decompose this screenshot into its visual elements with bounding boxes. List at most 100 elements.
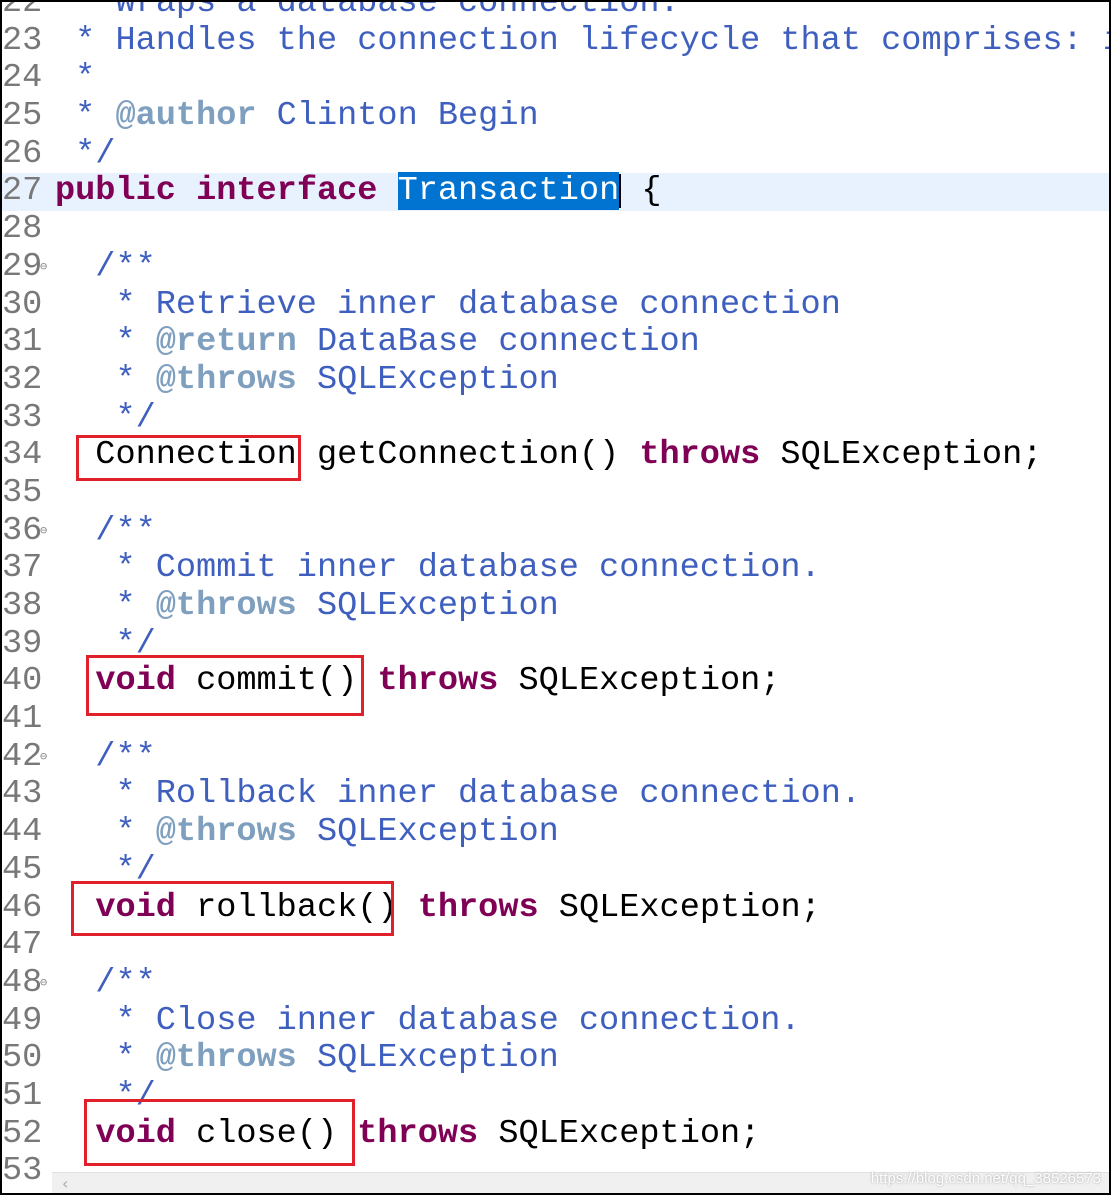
line-number: 32 bbox=[2, 360, 43, 399]
comment-token: */ bbox=[55, 398, 156, 437]
code-line[interactable]: 37 * Commit inner database connection. bbox=[2, 549, 1109, 588]
code-line[interactable]: 30 * Retrieve inner database connection bbox=[2, 285, 1109, 325]
keyword-token: throws bbox=[357, 1114, 479, 1153]
code-line[interactable]: 38 * @throws SQLException bbox=[2, 587, 1109, 626]
fold-toggle-icon[interactable]: ⊖ bbox=[40, 739, 47, 777]
code-token: SQLException; bbox=[478, 1114, 761, 1153]
watermark: https://blog.csdn.net/qq_38526573 bbox=[870, 1170, 1101, 1187]
comment-token: DataBase connection bbox=[296, 323, 700, 362]
code-editor[interactable]: 22 * Wraps a database connection. 23 * Ha… bbox=[2, 0, 1111, 1191]
code-text: */ bbox=[55, 135, 115, 174]
code-line[interactable]: 36 ⊖ /** bbox=[2, 511, 1109, 551]
line-number: 48 bbox=[2, 963, 43, 1002]
line-number: 53 bbox=[2, 1152, 43, 1191]
line-number: 36 bbox=[2, 511, 43, 550]
javadoc-tag-token: @author bbox=[115, 97, 257, 136]
fold-toggle-icon[interactable]: ⊖ bbox=[40, 965, 47, 1003]
comment-token: * bbox=[55, 1039, 156, 1078]
line-number: 52 bbox=[2, 1114, 43, 1153]
line-number: 28 bbox=[2, 210, 43, 249]
code-line[interactable]: 44 * @throws SQLException bbox=[2, 813, 1109, 852]
comment-token: * bbox=[55, 587, 156, 625]
line-number: 31 bbox=[2, 323, 43, 362]
line-number: 33 bbox=[2, 398, 43, 437]
comment-token: * bbox=[55, 813, 156, 852]
line-number: 24 bbox=[2, 59, 43, 98]
line-number: 42 bbox=[2, 737, 43, 776]
line-number: 49 bbox=[2, 1001, 43, 1040]
javadoc-tag-token: @throws bbox=[155, 813, 297, 852]
code-text: /** bbox=[55, 737, 156, 777]
comment-token: SQLException bbox=[296, 360, 559, 399]
javadoc-tag-token: @throws bbox=[155, 360, 297, 399]
code-text: * @throws SQLException bbox=[55, 813, 558, 852]
code-line[interactable]: 48 ⊖ /** bbox=[2, 963, 1109, 1003]
comment-token: * Commit inner database connection. bbox=[55, 549, 821, 588]
keyword-token: throws bbox=[639, 436, 761, 475]
code-text: */ bbox=[55, 398, 156, 438]
keyword-token: throws bbox=[377, 662, 499, 701]
code-line[interactable]: 23 * Handles the connection lifecycle th… bbox=[2, 21, 1111, 61]
code-token: SQLException; bbox=[760, 436, 1043, 475]
code-text: public interface Transaction { bbox=[55, 172, 662, 211]
code-line[interactable]: 26 */ bbox=[2, 134, 1109, 174]
comment-token: /** bbox=[55, 737, 156, 776]
code-line[interactable]: 25 * @author Clinton Begin bbox=[2, 97, 1109, 136]
code-line[interactable]: 22 * Wraps a database connection. bbox=[2, 0, 1109, 23]
code-text: * @author Clinton Begin bbox=[55, 97, 539, 136]
code-token: SQLException; bbox=[538, 888, 821, 927]
code-line[interactable]: 49 * Close inner database connection. bbox=[2, 1001, 1109, 1041]
line-number: 45 bbox=[2, 850, 43, 889]
code-line[interactable]: 24 * bbox=[2, 60, 1109, 98]
code-text: * bbox=[55, 60, 95, 98]
line-number: 47 bbox=[2, 926, 43, 965]
line-number: 34 bbox=[2, 436, 43, 475]
highlight-box-getconnection bbox=[76, 435, 301, 481]
comment-token: /** bbox=[55, 247, 156, 286]
line-number: 30 bbox=[2, 285, 43, 324]
javadoc-tag-token: @throws bbox=[155, 1039, 297, 1078]
code-line[interactable]: 31 * @return DataBase connection bbox=[2, 323, 1109, 362]
comment-token: * bbox=[55, 59, 96, 98]
code-line[interactable]: 50 * @throws SQLException bbox=[2, 1039, 1109, 1078]
code-text: * Retrieve inner database connection bbox=[55, 286, 840, 325]
code-token: { bbox=[621, 172, 662, 211]
line-number: 40 bbox=[2, 662, 43, 701]
javadoc-tag-token: @return bbox=[155, 323, 297, 362]
keyword-token: public bbox=[55, 172, 176, 211]
line-number: 50 bbox=[2, 1039, 43, 1078]
highlight-box-commit bbox=[86, 655, 364, 716]
line-number: 22 bbox=[2, 0, 43, 22]
code-token: SQLException; bbox=[498, 662, 781, 701]
scroll-left-icon[interactable]: ‹ bbox=[62, 1173, 68, 1193]
selected-token: Transaction bbox=[397, 172, 620, 211]
keyword-token: interface bbox=[196, 172, 378, 211]
code-line[interactable]: 33 */ bbox=[2, 398, 1109, 438]
line-number: 41 bbox=[2, 700, 43, 739]
code-line[interactable]: 27 public interface Transaction { bbox=[2, 172, 1109, 212]
fold-toggle-icon[interactable]: ⊖ bbox=[40, 513, 47, 551]
code-line[interactable]: 28 bbox=[2, 210, 1109, 249]
code-line[interactable]: 42 ⊖ /** bbox=[2, 737, 1109, 777]
fold-toggle-icon[interactable]: ⊖ bbox=[40, 249, 47, 287]
comment-token: * Handles the connection lifecycle that … bbox=[55, 21, 1111, 60]
line-number: 26 bbox=[2, 134, 43, 173]
comment-token: /** bbox=[55, 963, 156, 1002]
line-number: 23 bbox=[2, 21, 43, 60]
comment-token: * bbox=[55, 323, 156, 362]
highlight-box-rollback bbox=[71, 881, 394, 936]
code-text: * Commit inner database connection. bbox=[55, 549, 821, 588]
code-text: /** bbox=[55, 247, 156, 287]
comment-token: SQLException bbox=[296, 1039, 559, 1078]
code-line[interactable]: 32 * @throws SQLException bbox=[2, 360, 1109, 400]
code-text: * Close inner database connection. bbox=[55, 1002, 800, 1041]
comment-token: SQLException bbox=[296, 587, 559, 625]
code-line[interactable]: 43 * Rollback inner database connection. bbox=[2, 776, 1109, 814]
comment-token: Clinton Begin bbox=[256, 97, 539, 136]
line-number: 25 bbox=[2, 97, 43, 136]
code-text: * Rollback inner database connection. bbox=[55, 776, 861, 814]
line-number: 43 bbox=[2, 775, 43, 814]
code-line[interactable]: 29 ⊖ /** bbox=[2, 247, 1109, 287]
code-text: /** bbox=[55, 963, 156, 1003]
